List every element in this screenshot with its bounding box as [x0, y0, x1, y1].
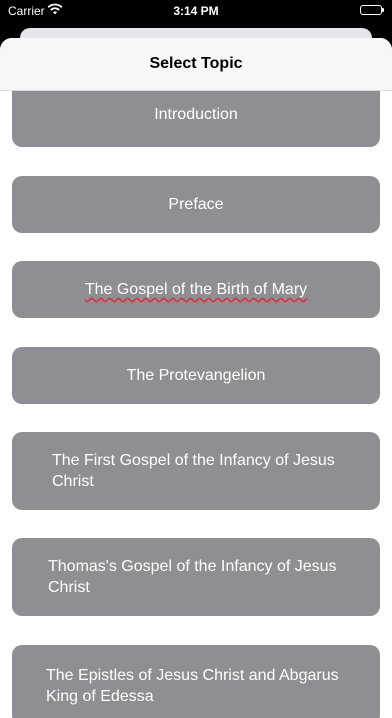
clock: 3:14 PM	[173, 4, 219, 18]
battery-icon	[360, 5, 384, 15]
navigation-bar: Select Topic	[0, 38, 392, 91]
page-title: Select Topic	[149, 55, 243, 72]
topic-button-thomas-gospel-infancy[interactable]: Thomas's Gospel of the Infancy of Jesus …	[12, 538, 380, 616]
topic-button-first-gospel-infancy[interactable]: The First Gospel of the Infancy of Jesus…	[12, 432, 380, 510]
topic-label: Thomas's Gospel of the Infancy of Jesus …	[48, 558, 337, 596]
topic-button-preface[interactable]: Preface	[12, 176, 380, 233]
topic-sheet: Select Topic Introduction Preface The Go…	[0, 38, 392, 718]
topic-button-epistles-abgarus[interactable]: The Epistles of Jesus Christ and Abgarus…	[12, 645, 380, 718]
topic-label: Preface	[168, 196, 224, 213]
topic-label: Introduction	[154, 105, 238, 123]
topic-label: The First Gospel of the Infancy of Jesus…	[52, 452, 335, 490]
topic-button-protevangelion[interactable]: The Protevangelion	[12, 347, 380, 404]
topic-list[interactable]: Introduction Preface The Gospel of the B…	[0, 38, 392, 718]
topic-label: The Protevangelion	[126, 367, 266, 384]
topic-button-birth-of-mary[interactable]: The Gospel of the Birth of Mary	[12, 261, 380, 318]
status-bar: Carrier 3:14 PM	[0, 0, 392, 22]
topic-label: The Epistles of Jesus Christ and Abgarus…	[46, 667, 339, 705]
topic-label: The Gospel of the Birth of Mary	[84, 281, 308, 298]
